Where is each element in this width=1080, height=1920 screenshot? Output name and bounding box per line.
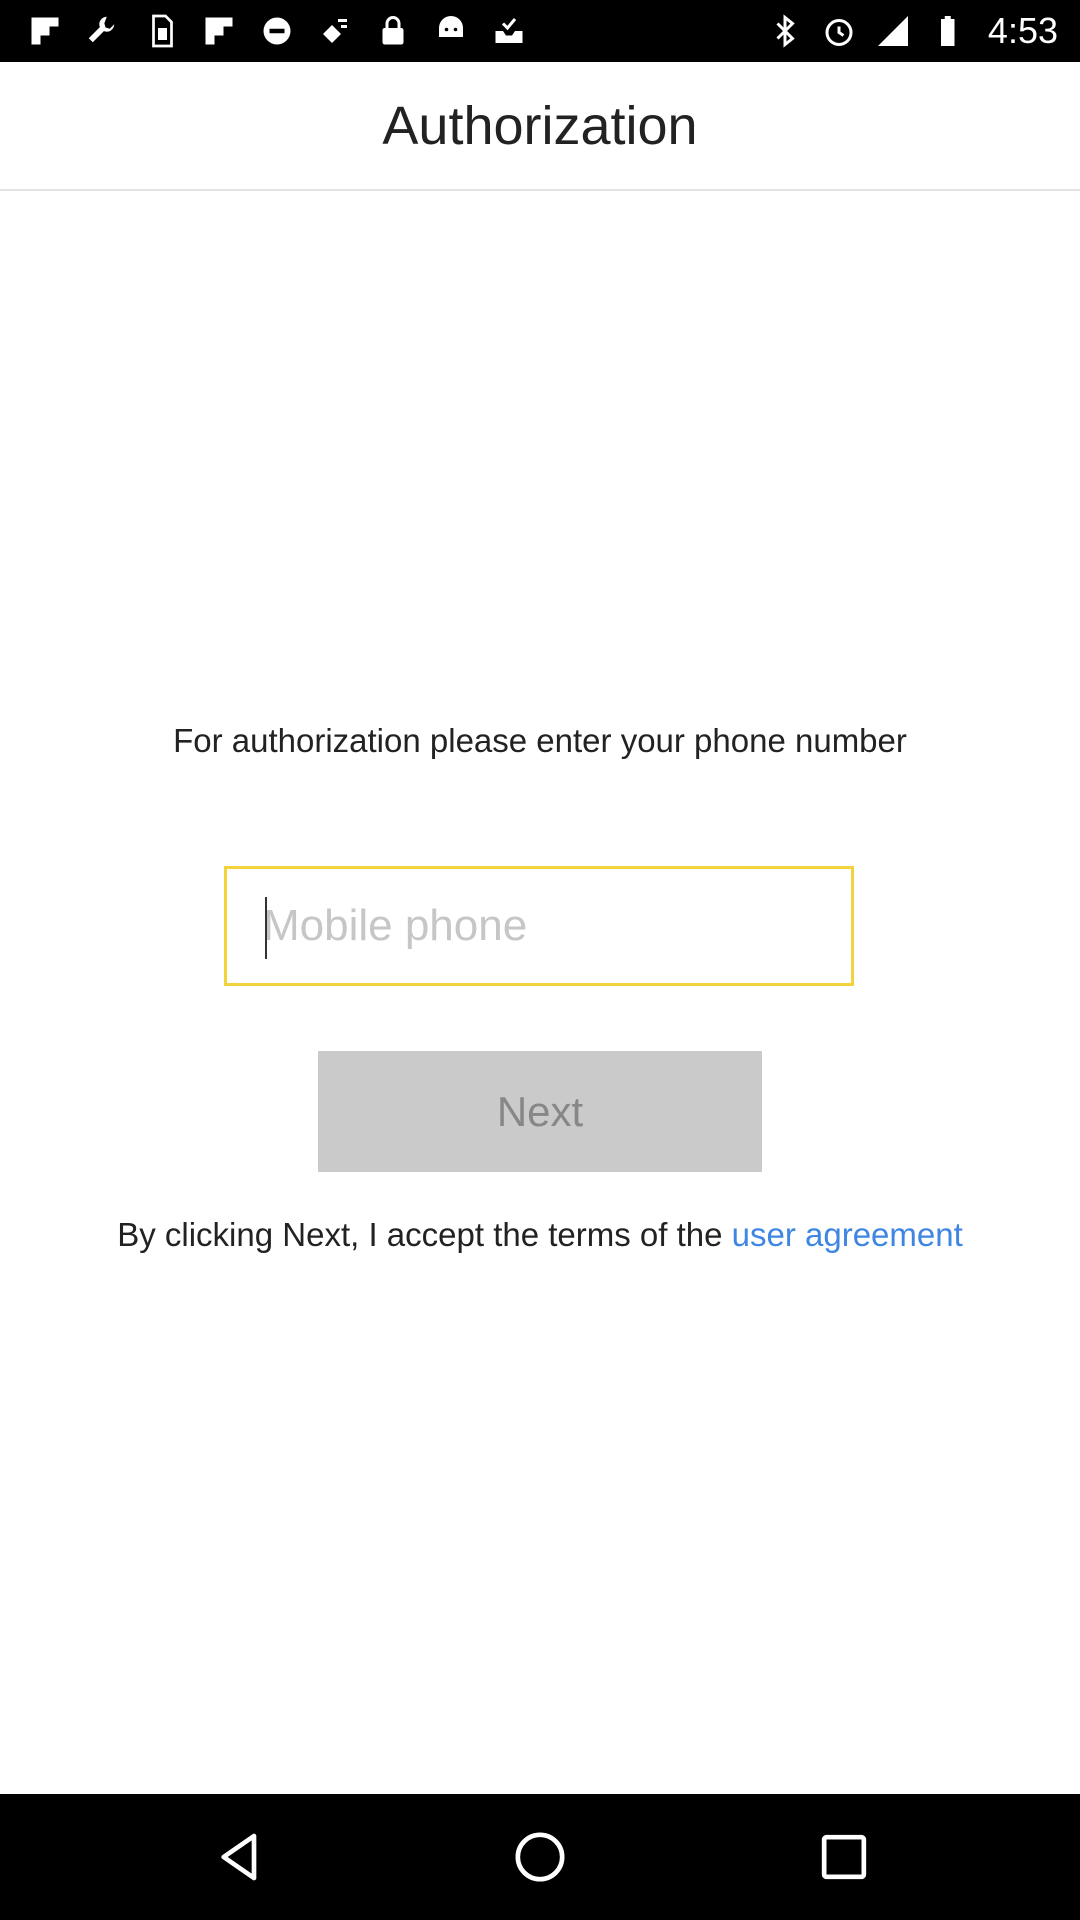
signal-icon <box>874 12 912 50</box>
android-icon <box>432 12 470 50</box>
bluetooth-icon <box>766 12 804 50</box>
screen: 4:53 Authorization For authorization ple… <box>0 0 1080 1920</box>
alarm-icon <box>820 12 858 50</box>
phone-input-container[interactable] <box>224 866 854 986</box>
status-bar: 4:53 <box>0 0 1080 62</box>
app-bar: Authorization <box>0 62 1080 191</box>
text-cursor <box>265 897 267 959</box>
lock-icon <box>374 12 412 50</box>
terms-prefix: By clicking Next, I accept the terms of … <box>117 1216 732 1253</box>
back-icon[interactable] <box>210 1827 270 1887</box>
sim-card-icon <box>142 12 180 50</box>
flipboard-icon <box>26 12 64 50</box>
navigation-bar <box>0 1794 1080 1920</box>
status-left-icons <box>26 10 528 52</box>
wrench-icon <box>84 12 122 50</box>
terms-text: By clicking Next, I accept the terms of … <box>0 1216 1080 1254</box>
next-button[interactable]: Next <box>318 1051 762 1172</box>
recent-apps-icon[interactable] <box>814 1827 874 1887</box>
page-title: Authorization <box>382 95 698 156</box>
user-agreement-link[interactable]: user agreement <box>732 1216 963 1253</box>
mobile-phone-input[interactable] <box>263 869 833 983</box>
status-right-icons: 4:53 <box>766 10 1058 52</box>
home-icon[interactable] <box>510 1827 570 1887</box>
battery-icon <box>928 12 966 50</box>
fake-gps-icon <box>316 12 354 50</box>
status-clock: 4:53 <box>987 10 1058 51</box>
flipboard-icon <box>200 12 238 50</box>
do-not-disturb-icon <box>258 12 296 50</box>
inbox-check-icon <box>490 12 528 50</box>
instruction-text: For authorization please enter your phon… <box>173 722 907 759</box>
